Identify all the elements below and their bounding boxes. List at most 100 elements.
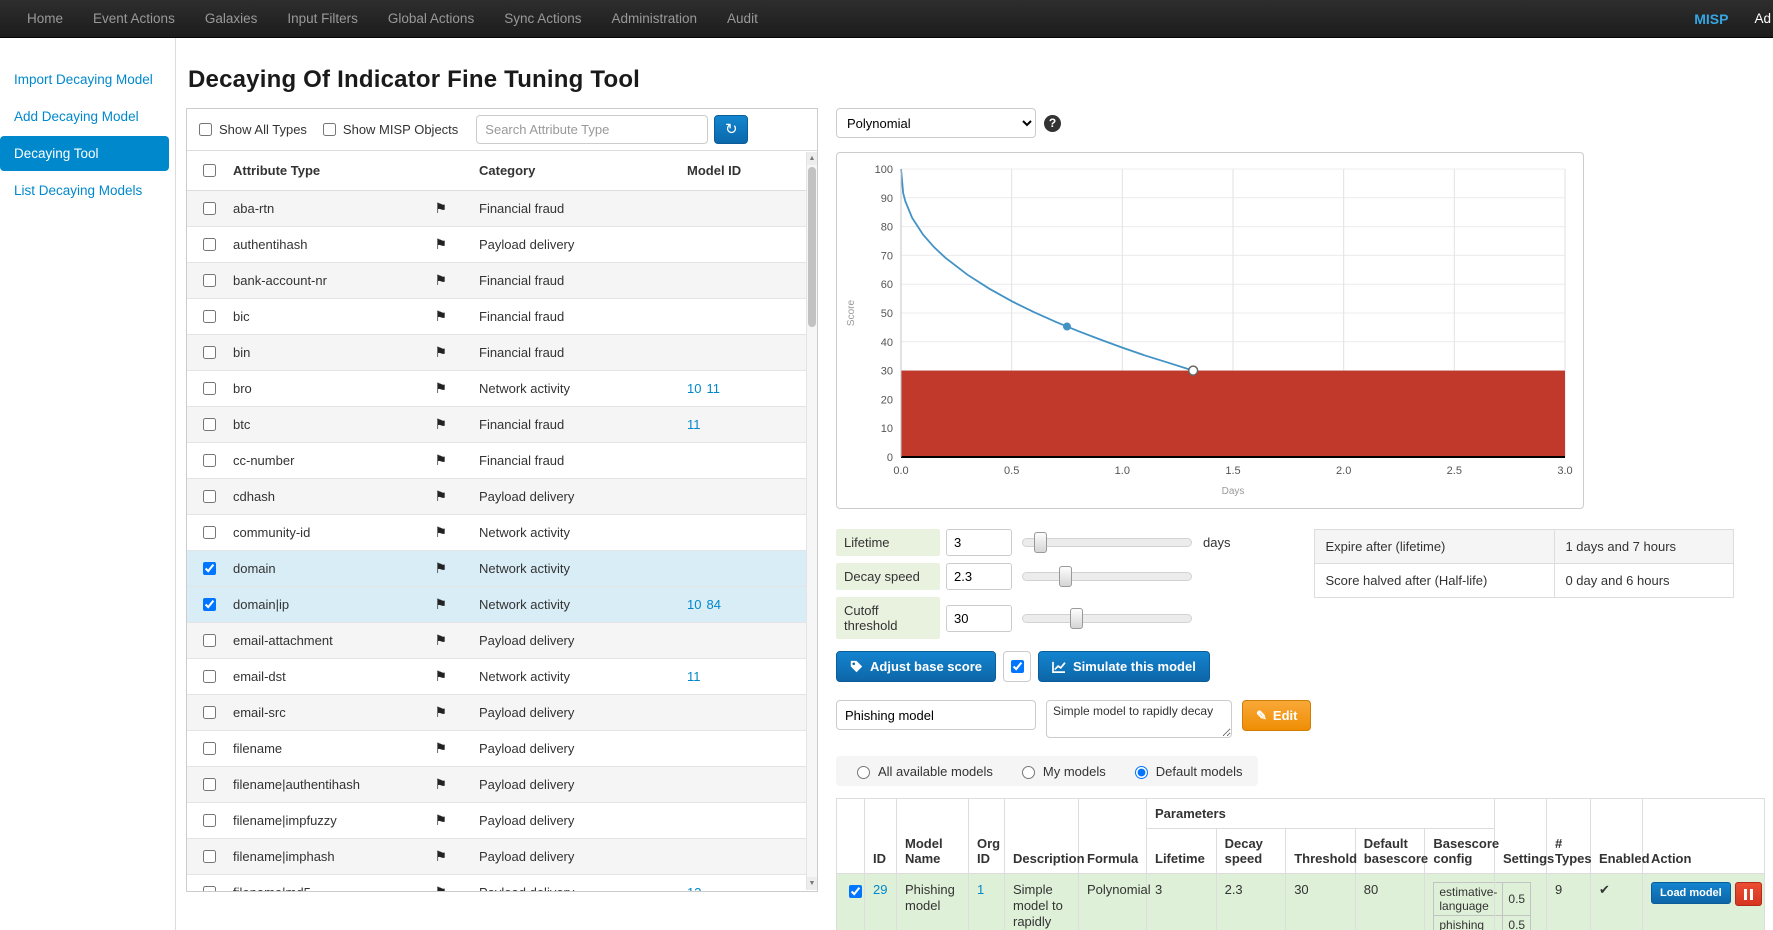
attribute-row-checkbox[interactable] — [203, 382, 216, 395]
cutoff-threshold-input[interactable] — [946, 605, 1012, 632]
formula-select[interactable]: Polynomial — [836, 108, 1036, 138]
my-models-radio[interactable] — [1022, 766, 1035, 779]
show-all-types-checkbox[interactable] — [199, 123, 212, 136]
pause-button[interactable] — [1735, 882, 1762, 906]
sidebar-item-decaying-tool[interactable]: Decaying Tool — [0, 136, 169, 171]
navbar-brand[interactable]: MISP — [1694, 11, 1728, 27]
attribute-row-checkbox[interactable] — [203, 706, 216, 719]
attribute-row-checkbox[interactable] — [203, 886, 216, 891]
nav-event-actions[interactable]: Event Actions — [78, 0, 190, 37]
attribute-row-checkbox[interactable] — [203, 814, 216, 827]
scroll-down-icon[interactable]: ▼ — [807, 877, 817, 890]
attribute-row-checkbox[interactable] — [203, 526, 216, 539]
simulate-model-button[interactable]: Simulate this model — [1038, 651, 1210, 682]
help-icon[interactable]: ? — [1044, 115, 1061, 132]
column-threshold[interactable]: Threshold — [1286, 829, 1356, 874]
model-id-link[interactable]: 84 — [706, 597, 720, 612]
attribute-row-checkbox[interactable] — [203, 850, 216, 863]
attribute-row-checkbox[interactable] — [203, 562, 216, 575]
all-available-models-radio[interactable] — [857, 766, 870, 779]
attribute-row[interactable]: email-src⚑Payload delivery — [187, 695, 806, 731]
attribute-row[interactable]: filename|authentihash⚑Payload delivery — [187, 767, 806, 803]
load-model-button[interactable]: Load model — [1651, 882, 1731, 904]
nav-galaxies[interactable]: Galaxies — [190, 0, 273, 37]
attribute-row-checkbox[interactable] — [203, 346, 216, 359]
nav-administration[interactable]: Administration — [597, 0, 713, 37]
filter-all-available-models[interactable]: All available models — [852, 763, 993, 779]
column-settings[interactable]: Settings — [1495, 799, 1547, 874]
attribute-row[interactable]: btc⚑Financial fraud11 — [187, 407, 806, 443]
column-model-name[interactable]: Model Name — [897, 799, 969, 874]
column-category[interactable]: Category — [469, 151, 677, 191]
attribute-row-checkbox[interactable] — [203, 454, 216, 467]
attribute-row[interactable]: community-id⚑Network activity — [187, 515, 806, 551]
sidebar-item-add-decaying-model[interactable]: Add Decaying Model — [0, 99, 169, 134]
cutoff-threshold-slider[interactable] — [1022, 614, 1192, 623]
model-row-checkbox[interactable] — [849, 885, 862, 898]
sidebar-item-list-decaying-models[interactable]: List Decaying Models — [0, 173, 169, 208]
attribute-row[interactable]: filename⚑Payload delivery — [187, 731, 806, 767]
model-id-link[interactable]: 11 — [706, 381, 720, 396]
nav-audit[interactable]: Audit — [712, 0, 773, 37]
column-basescore-config[interactable]: Basescore config — [1425, 829, 1495, 874]
attribute-row-checkbox[interactable] — [203, 202, 216, 215]
column-id[interactable]: ID — [865, 799, 897, 874]
sidebar-item-import-decaying-model[interactable]: Import Decaying Model — [0, 62, 169, 97]
nav-home[interactable]: Home — [12, 0, 78, 37]
nav-global-actions[interactable]: Global Actions — [373, 0, 489, 37]
attribute-row-checkbox[interactable] — [203, 238, 216, 251]
attribute-row-checkbox[interactable] — [203, 274, 216, 287]
scroll-up-icon[interactable]: ▲ — [807, 152, 817, 165]
attribute-row[interactable]: email-attachment⚑Payload delivery — [187, 623, 806, 659]
attribute-row-checkbox[interactable] — [203, 598, 216, 611]
column-lifetime[interactable]: Lifetime — [1147, 829, 1217, 874]
attribute-row-checkbox[interactable] — [203, 490, 216, 503]
attribute-row-checkbox[interactable] — [203, 742, 216, 755]
default-models-radio[interactable] — [1135, 766, 1148, 779]
filter-my-models[interactable]: My models — [1017, 763, 1106, 779]
show-misp-objects-checkbox[interactable] — [323, 123, 336, 136]
search-attribute-input[interactable] — [476, 115, 708, 144]
column-decay-speed[interactable]: Decay speed — [1216, 829, 1286, 874]
column-description[interactable]: Description — [1005, 799, 1079, 874]
column-model-id[interactable]: Model ID — [677, 151, 806, 191]
nav-sync-actions[interactable]: Sync Actions — [489, 0, 596, 37]
model-id-link[interactable]: 11 — [687, 417, 701, 432]
model-description-textarea[interactable]: Simple model to rapidly decay — [1046, 700, 1232, 738]
attribute-row[interactable]: bank-account-nr⚑Financial fraud — [187, 263, 806, 299]
lifetime-slider[interactable] — [1022, 538, 1192, 547]
attribute-row-checkbox[interactable] — [203, 418, 216, 431]
lifetime-input[interactable] — [946, 529, 1012, 556]
adjust-base-score-button[interactable]: Adjust base score — [836, 651, 996, 682]
model-name-input[interactable] — [836, 700, 1036, 730]
decay-speed-slider[interactable] — [1022, 572, 1192, 581]
filter-default-models[interactable]: Default models — [1130, 763, 1243, 779]
attribute-row[interactable]: filename|impfuzzy⚑Payload delivery — [187, 803, 806, 839]
show-all-types-toggle[interactable]: Show All Types — [195, 120, 307, 139]
attribute-row[interactable]: filename|md5⚑Payload delivery13 — [187, 875, 806, 892]
attribute-row[interactable]: bin⚑Financial fraud — [187, 335, 806, 371]
refresh-button[interactable]: ↻ — [714, 115, 748, 144]
model-id-link[interactable]: 13 — [687, 885, 701, 891]
attribute-row[interactable]: email-dst⚑Network activity11 — [187, 659, 806, 695]
model-id-link[interactable]: 11 — [687, 669, 701, 684]
org-id-link[interactable]: 1 — [977, 882, 984, 897]
show-misp-objects-toggle[interactable]: Show MISP Objects — [319, 120, 458, 139]
adjust-base-score-checkbox[interactable] — [1011, 660, 1024, 673]
edit-model-button[interactable]: ✎ Edit — [1242, 700, 1311, 731]
attribute-row[interactable]: cdhash⚑Payload delivery — [187, 479, 806, 515]
attribute-row[interactable]: aba-rtn⚑Financial fraud — [187, 191, 806, 227]
attribute-row-checkbox[interactable] — [203, 634, 216, 647]
column-attribute-type[interactable]: Attribute Type — [223, 151, 469, 191]
attribute-row[interactable]: domain⚑Network activity — [187, 551, 806, 587]
scrollbar-thumb[interactable] — [808, 167, 816, 327]
nav-input-filters[interactable]: Input Filters — [272, 0, 373, 37]
model-id-link[interactable]: 10 — [687, 597, 701, 612]
attribute-row[interactable]: authentihash⚑Payload delivery — [187, 227, 806, 263]
model-id-link[interactable]: 10 — [687, 381, 701, 396]
attribute-row[interactable]: domain|ip⚑Network activity1084 — [187, 587, 806, 623]
navbar-user-truncated[interactable]: Ad — [1754, 11, 1771, 26]
attribute-row-checkbox[interactable] — [203, 670, 216, 683]
attribute-row[interactable]: bro⚑Network activity1011 — [187, 371, 806, 407]
model-id-link[interactable]: 29 — [873, 882, 887, 897]
